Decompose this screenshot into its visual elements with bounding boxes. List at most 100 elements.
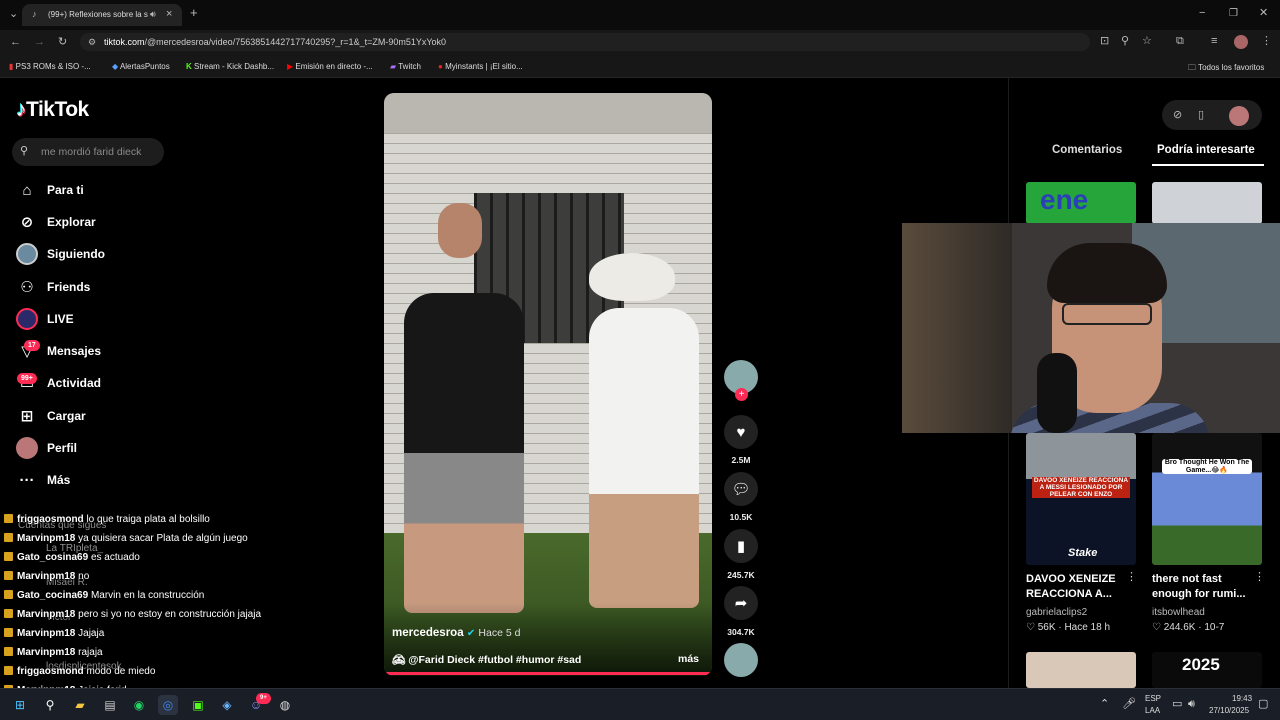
video-card-thumb[interactable] xyxy=(1152,182,1262,224)
whatsapp-icon[interactable]: ◉ xyxy=(129,695,149,715)
bookmark-twitch[interactable]: ▰ Twitch xyxy=(390,62,421,71)
obs-icon[interactable]: ▣ xyxy=(188,695,208,715)
user-avatar[interactable] xyxy=(1229,106,1249,126)
messages-badge: 17 xyxy=(24,340,40,351)
save-button[interactable]: ▮ xyxy=(724,529,758,563)
card-title[interactable]: there not fast enough for rumi... xyxy=(1152,572,1252,602)
chat-username: Marvinpm18 xyxy=(17,647,76,658)
clock-time[interactable]: 19:43 xyxy=(1232,694,1252,703)
share-button[interactable]: ➦ xyxy=(724,586,758,620)
video-caption[interactable]: 🙈︎ @Farid Dieck #futbol #humor #sad xyxy=(392,653,581,666)
search-icon: ⚲ xyxy=(20,145,29,157)
like-button[interactable]: ♥ xyxy=(724,415,758,449)
activity-badge: 99+ xyxy=(17,373,37,384)
video-card-thumb[interactable]: 2025 xyxy=(1152,652,1262,688)
nav-perfil[interactable]: Perfil xyxy=(16,435,77,461)
notifications-icon[interactable]: ▢ xyxy=(1258,699,1268,710)
address-bar[interactable]: tiktok.com/@mercedesroa/video/7563851442… xyxy=(80,33,1090,51)
video-author[interactable]: mercedesroa ✔ Hace 5 d xyxy=(392,627,520,639)
heart-outline-icon: ♡ xyxy=(1026,622,1035,633)
tray-chevron-icon[interactable]: ⌃ xyxy=(1100,699,1109,710)
bookmark-myinstants[interactable]: ● Myinstants | ¡El sitio... xyxy=(438,62,523,71)
card-user[interactable]: itsbowlhead xyxy=(1152,607,1205,618)
maximize-icon[interactable]: ❐ xyxy=(1229,8,1238,19)
emoji-icon: 🙈︎ xyxy=(392,654,406,666)
bookmark-alertas[interactable]: ◆ AlertasPuntos xyxy=(112,62,170,71)
windows-start-icon[interactable]: ⊞ xyxy=(10,695,30,715)
nav-para-ti[interactable]: ⌂ Para ti xyxy=(16,177,83,203)
chrome-icon[interactable]: ◎ xyxy=(158,695,178,715)
kick-icon: K xyxy=(186,62,192,71)
search-taskbar-icon[interactable]: ⚲ xyxy=(40,695,60,715)
video-card-thumb[interactable]: ene xyxy=(1026,182,1136,224)
tab-podria-interesarte[interactable]: Podría interesarte xyxy=(1157,144,1255,156)
card-more-icon[interactable]: ⋮ xyxy=(1254,572,1265,583)
compass-small-icon[interactable]: ⊘ xyxy=(1173,110,1182,121)
new-tab-button[interactable]: + xyxy=(190,6,198,19)
volume-icon[interactable]: 🔊︎ xyxy=(1188,699,1195,710)
compass-icon: ⊘ xyxy=(20,214,34,231)
language-indicator[interactable]: ESP xyxy=(1145,694,1161,703)
network-icon[interactable]: ▭ xyxy=(1172,699,1182,710)
bookmark-star-icon[interactable]: ☆ xyxy=(1142,36,1152,47)
nav-explorar[interactable]: ⊘ Explorar xyxy=(16,209,96,235)
video-card-thumb[interactable]: DAVOO XENEIZE REACCIONA A MESSI LESIONAD… xyxy=(1026,433,1136,565)
clock-date[interactable]: 27/10/2025 xyxy=(1209,706,1249,715)
tiktok-logo[interactable]: ♪TikTok xyxy=(16,98,89,122)
tab-audio-icon[interactable]: 🔊︎ xyxy=(150,9,156,20)
video-player[interactable]: mercedesroa ✔ Hace 5 d 🙈︎ @Farid Dieck #… xyxy=(384,93,712,676)
chat-message: Marvinpm18 Jajaja xyxy=(4,628,104,639)
comment-button[interactable]: 💬︎ xyxy=(724,472,758,506)
file-explorer-icon[interactable]: ▰ xyxy=(70,695,90,715)
heart-icon: ♥ xyxy=(736,423,746,441)
extensions-icon[interactable]: ⧉ xyxy=(1176,36,1184,47)
browser-tab[interactable]: (99+) Reflexiones sobre la s xyxy=(22,4,182,26)
friends-icon: ⚇ xyxy=(20,279,34,296)
zoom-icon[interactable]: ⚲ xyxy=(1121,36,1129,47)
person-woman xyxy=(589,308,699,608)
all-bookmarks[interactable]: 🗀︎ Todos los favoritos xyxy=(1188,62,1264,76)
tab-list-chevron-icon[interactable]: ⌄ xyxy=(9,9,18,20)
nav-siguiendo[interactable]: Siguiendo xyxy=(16,241,105,267)
app-icon[interactable]: ◈ xyxy=(217,695,237,715)
card-more-icon[interactable]: ⋮ xyxy=(1126,572,1137,583)
search-input[interactable]: ⚲ me mordió farid dieck xyxy=(12,138,164,166)
follow-plus-icon[interactable]: + xyxy=(735,388,748,401)
notepad-icon[interactable]: ▤ xyxy=(100,695,120,715)
more-icon: ··· xyxy=(19,471,35,489)
video-card-thumb[interactable]: Bro Thought He Won The Game...😂🔥 xyxy=(1152,433,1262,565)
card-title[interactable]: DAVOO XENEIZE REACCIONA A... xyxy=(1026,572,1126,602)
window-close-icon[interactable]: ✕ xyxy=(1259,8,1268,19)
bookmark-kick[interactable]: K Stream - Kick Dashb... xyxy=(186,62,274,71)
tab-close-icon[interactable]: × xyxy=(166,9,172,20)
media-control-icon[interactable]: ≡ xyxy=(1211,36,1217,47)
nav-cargar[interactable]: ⊞ Cargar xyxy=(16,403,86,429)
forward-icon[interactable]: → xyxy=(34,37,45,48)
back-icon[interactable]: ← xyxy=(10,37,21,48)
site-info-icon[interactable]: ⚙ xyxy=(88,37,96,48)
minimize-icon[interactable]: − xyxy=(1199,8,1205,19)
bookmark-ps3[interactable]: ▮ PS3 ROMs & ISO -... xyxy=(9,62,91,71)
video-card-thumb[interactable] xyxy=(1026,652,1136,688)
profile-avatar[interactable] xyxy=(1234,35,1248,49)
sound-avatar[interactable] xyxy=(724,643,758,677)
nav-mas[interactable]: ··· Más xyxy=(16,467,71,493)
chat-text: modo de miedo xyxy=(86,666,156,677)
chat-badge-icon xyxy=(4,590,13,599)
bookmark-youtube[interactable]: ▶ Emisión en directo -... xyxy=(287,62,373,71)
install-app-icon[interactable]: ⊡ xyxy=(1100,36,1109,47)
video-progress-bar[interactable] xyxy=(384,672,712,675)
microphone-tray-icon[interactable]: 🎤︎ xyxy=(1122,699,1136,710)
nav-live[interactable]: LIVE xyxy=(16,306,74,332)
url-host: tiktok.com xyxy=(104,37,145,47)
card-user[interactable]: gabrielaclips2 xyxy=(1026,607,1087,618)
reload-icon[interactable]: ↻ xyxy=(58,37,67,48)
recording-app-icon[interactable]: ◍ xyxy=(275,695,295,715)
device-icon[interactable]: ▯ xyxy=(1198,110,1204,121)
nav-friends[interactable]: ⚇ Friends xyxy=(16,274,90,300)
save-count: 245.7K xyxy=(727,570,755,580)
tab-comentarios[interactable]: Comentarios xyxy=(1052,144,1122,156)
caption-more-link[interactable]: más xyxy=(678,653,699,665)
chat-username: friggaosmond xyxy=(17,666,84,677)
browser-menu-icon[interactable]: ⋮ xyxy=(1261,36,1272,47)
